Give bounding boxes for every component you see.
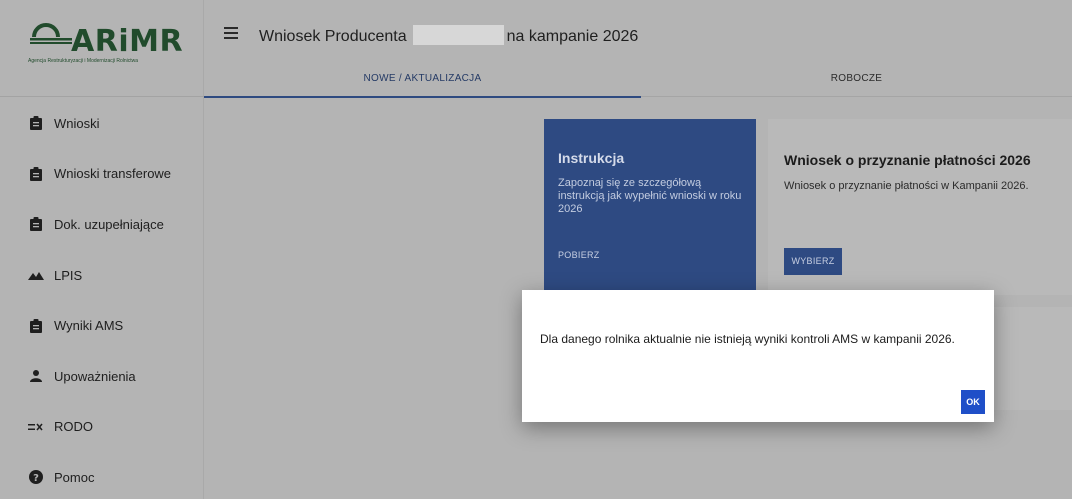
- sidebar-item-label: Upoważnienia: [54, 368, 136, 384]
- terrain-icon: [25, 270, 47, 281]
- sidebar-item-label: Pomoc: [54, 469, 95, 485]
- clipboard-icon: [25, 217, 47, 232]
- help-icon: ?: [25, 470, 47, 485]
- sidebar-item-upowaznienia[interactable]: Upoważnienia: [0, 351, 204, 402]
- sidebar-item-pomoc[interactable]: ? Pomoc: [0, 452, 204, 499]
- logo-subtitle: Agencja Restrukturyzacji i Modernizacji …: [28, 58, 139, 64]
- hamburger-menu-icon[interactable]: [224, 27, 238, 39]
- sidebar-item-label: LPIS: [54, 267, 83, 283]
- instruction-card-title: Instrukcja: [558, 150, 625, 166]
- logo-arch-icon: [30, 23, 72, 44]
- clipboard-icon: [25, 166, 47, 181]
- sidebar-item-rodo[interactable]: RODO: [0, 402, 204, 453]
- instruction-card: Instrukcja Zapoznaj się ze szczegółową i…: [544, 119, 756, 299]
- redacted-producer-name: [412, 25, 504, 45]
- download-button[interactable]: POBIERZ: [558, 250, 600, 260]
- rule-icon: [25, 421, 47, 433]
- ams-info-dialog: Dla danego rolnika aktualnie nie istniej…: [522, 290, 994, 422]
- title-prefix: Wniosek Producenta: [259, 28, 407, 45]
- application-card-title: Wniosek o przyznanie płatności 2026: [784, 152, 1031, 168]
- sidebar-item-label: Wyniki AMS: [54, 318, 124, 334]
- svg-text:?: ?: [33, 473, 39, 484]
- application-card-description: Wniosek o przyznanie płatności w Kampani…: [784, 180, 1029, 192]
- sidebar-item-wnioski[interactable]: Wnioski: [0, 98, 204, 149]
- sidebar-item-dok-uzupelniajace[interactable]: Dok. uzupełniające: [0, 199, 204, 250]
- select-button[interactable]: WYBIERZ: [784, 248, 842, 275]
- logo-text: ARiMR: [71, 24, 184, 59]
- sidebar-item-label: RODO: [54, 419, 93, 435]
- clipboard-icon: [25, 318, 47, 333]
- sidebar-item-label: Wnioski: [54, 115, 100, 131]
- dialog-message: Dla danego rolnika aktualnie nie istniej…: [540, 332, 955, 346]
- ok-button[interactable]: OK: [961, 390, 985, 414]
- sidebar-item-lpis[interactable]: LPIS: [0, 250, 204, 301]
- sidebar-item-wyniki-ams[interactable]: Wyniki AMS: [0, 300, 204, 351]
- sidebar: ARiMR Agencja Restrukturyzacji i Moderni…: [0, 0, 204, 499]
- tab-nowe-aktualizacja[interactable]: NOWE / AKTUALIZACJA: [204, 62, 641, 98]
- title-suffix: na kampanie 2026: [506, 28, 639, 45]
- sidebar-nav: Wnioski Wnioski transferowe Dok. uzupełn…: [0, 98, 204, 499]
- application-card: Wniosek o przyznanie płatności 2026 Wnio…: [768, 119, 1072, 295]
- partial-card: [994, 307, 1072, 410]
- sidebar-item-wnioski-transferowe[interactable]: Wnioski transferowe: [0, 149, 204, 200]
- tab-robocze[interactable]: ROBOCZE: [641, 62, 1072, 98]
- arimr-logo[interactable]: ARiMR Agencja Restrukturyzacji i Moderni…: [0, 0, 204, 97]
- clipboard-icon: [25, 116, 47, 131]
- person-icon: [25, 370, 47, 383]
- page-title: Wniosek Producenta na kampanie 2026: [259, 25, 638, 46]
- sidebar-item-label: Wnioski transferowe: [54, 166, 172, 182]
- top-header: Wniosek Producenta na kampanie 2026 NOWE …: [204, 0, 1072, 98]
- instruction-card-description: Zapoznaj się ze szczegółową instrukcją j…: [558, 177, 742, 215]
- sidebar-item-label: Dok. uzupełniające: [54, 216, 164, 232]
